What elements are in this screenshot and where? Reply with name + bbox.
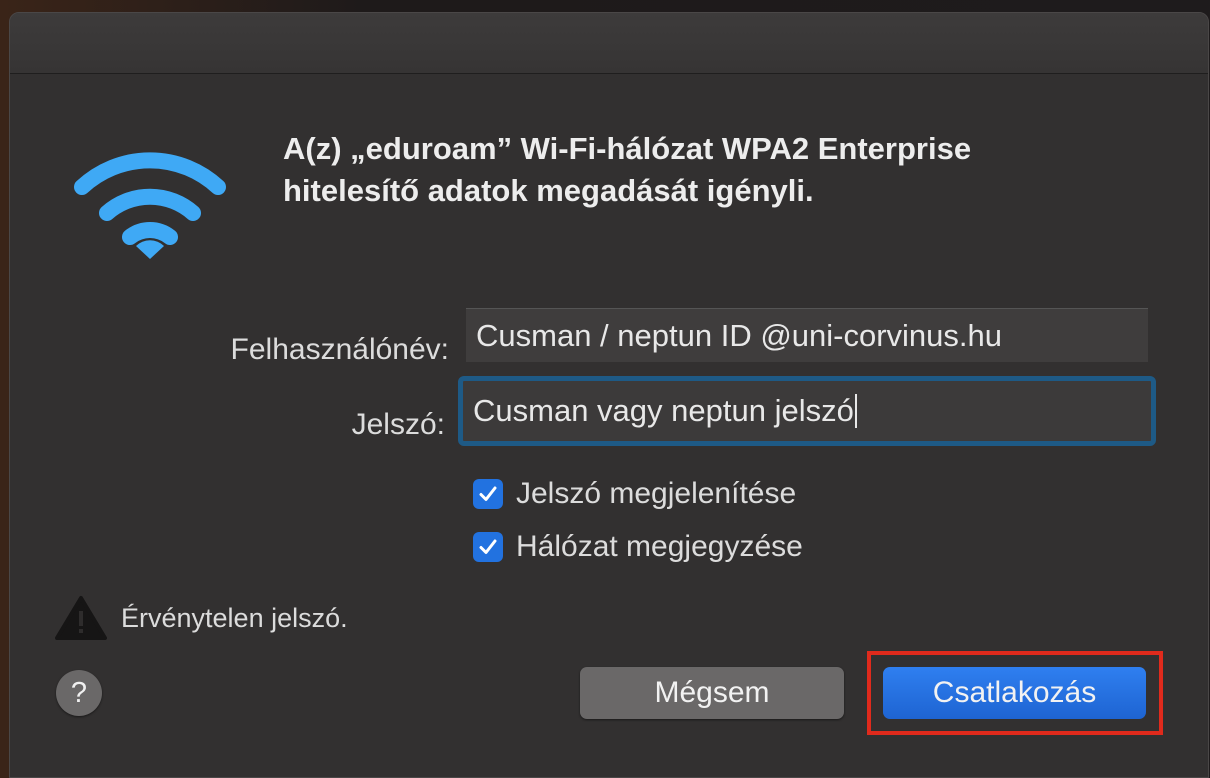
show-password-option[interactable]: Jelszó megjelenítése — [473, 477, 796, 511]
heading-line-1: A(z) „eduroam” Wi-Fi-hálózat WPA2 Enterp… — [283, 131, 972, 166]
show-password-checkbox[interactable] — [473, 479, 503, 509]
cancel-button[interactable]: Mégsem — [580, 667, 844, 719]
connect-button-highlight — [867, 651, 1163, 735]
password-value: Cusman vagy neptun jelszó — [473, 393, 854, 428]
error-status: Érvénytelen jelszó. — [55, 595, 348, 641]
wifi-icon — [74, 152, 226, 259]
dialog-heading: A(z) „eduroam” Wi-Fi-hálózat WPA2 Enterp… — [283, 128, 1163, 212]
dialog-titlebar[interactable] — [10, 13, 1208, 74]
show-password-label: Jelszó megjelenítése — [516, 477, 797, 510]
username-value: Cusman / neptun ID @uni-corvinus.hu — [476, 317, 1003, 353]
password-field[interactable]: Cusman vagy neptun jelszó — [458, 376, 1156, 446]
help-button[interactable]: ? — [56, 670, 102, 716]
checkmark-icon — [479, 539, 497, 554]
error-message: Érvénytelen jelszó. — [121, 602, 348, 633]
help-icon: ? — [70, 676, 88, 709]
text-caret — [854, 394, 857, 428]
remember-network-label: Hálózat megjegyzése — [516, 530, 803, 563]
checkmark-icon — [479, 486, 497, 501]
cancel-button-label: Mégsem — [654, 676, 770, 709]
warning-icon — [55, 596, 107, 640]
username-field[interactable]: Cusman / neptun ID @uni-corvinus.hu — [466, 308, 1148, 362]
remember-network-checkbox[interactable] — [473, 532, 503, 562]
username-label: Felhasználónév: — [230, 333, 449, 366]
remember-network-option[interactable]: Hálózat megjegyzése — [473, 530, 803, 564]
password-label: Jelszó: — [351, 408, 445, 441]
heading-line-2: hitelesítő adatok megadását igényli. — [283, 173, 814, 208]
